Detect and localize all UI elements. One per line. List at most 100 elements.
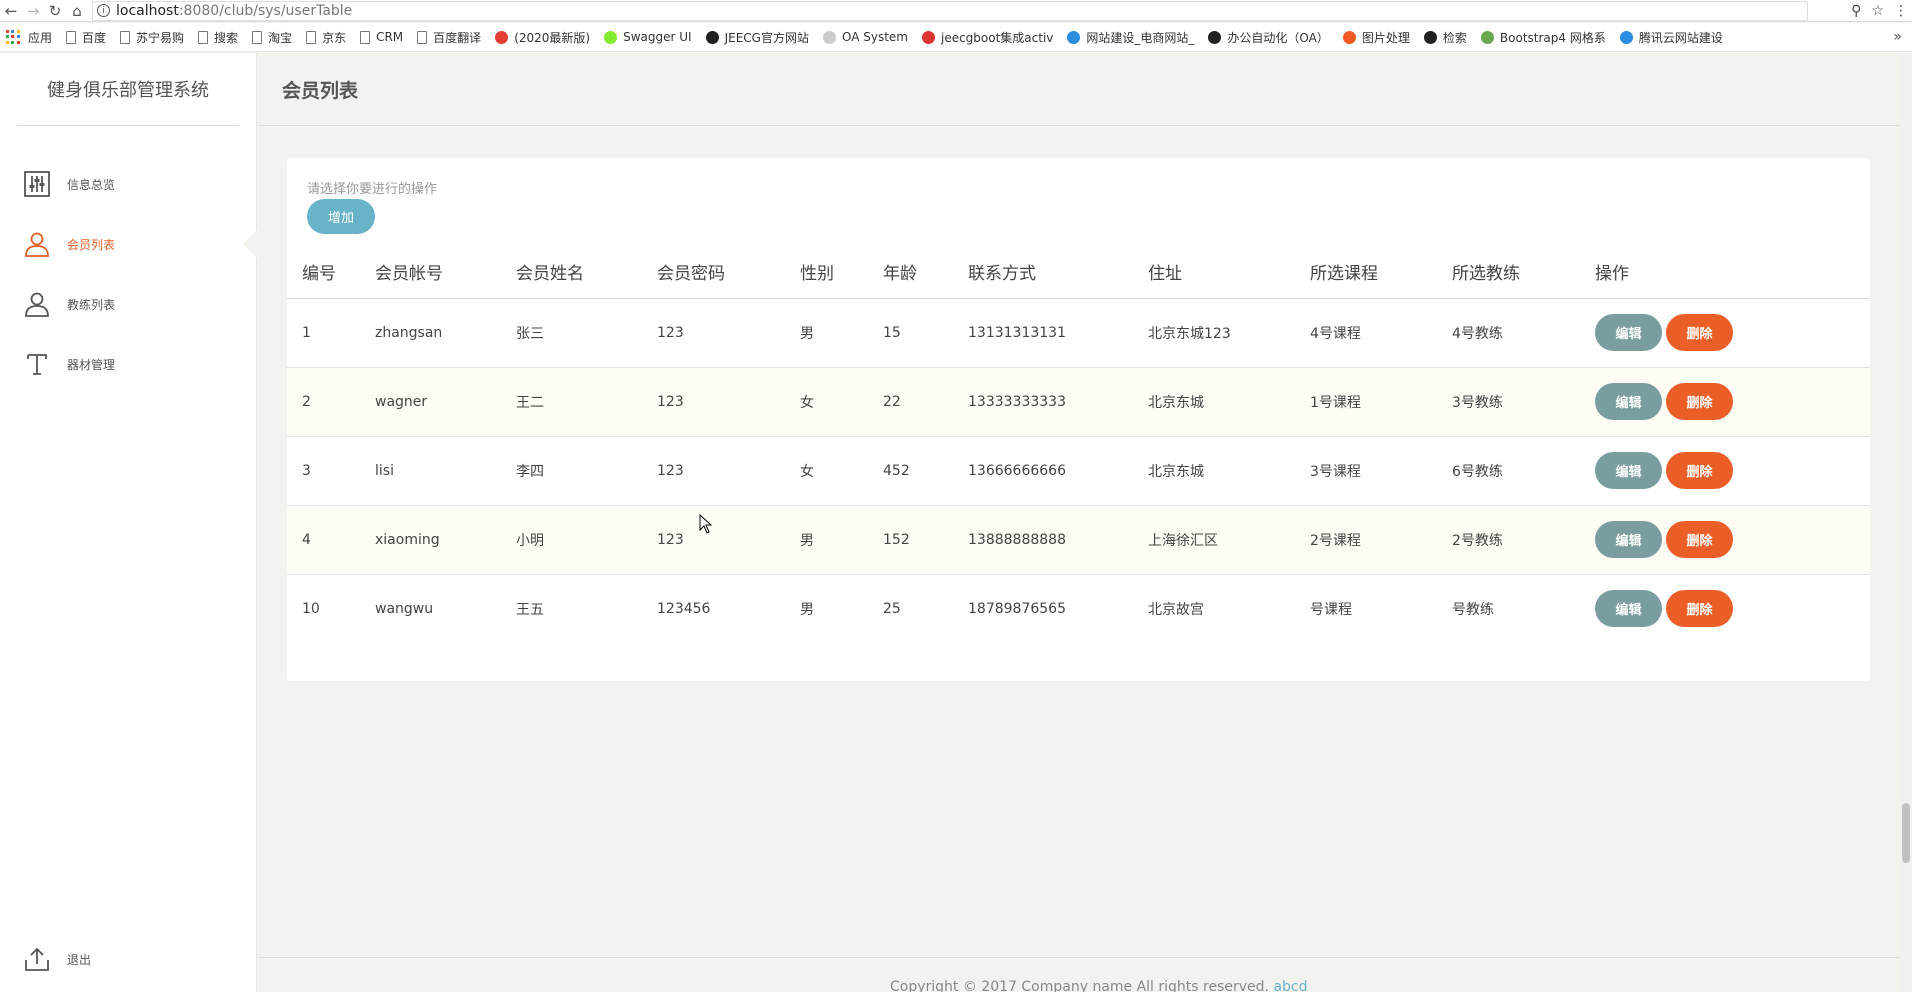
bookmark-item[interactable]: 搜索 — [198, 29, 238, 46]
edit-button[interactable]: 编辑 — [1595, 314, 1662, 351]
page-title: 会员列表 — [258, 53, 1900, 126]
bookmark-item[interactable]: 百度翻译 — [417, 29, 481, 46]
bookmark-item[interactable]: 网站建设_电商网站_ — [1067, 29, 1194, 46]
delete-button[interactable]: 删除 — [1666, 383, 1733, 420]
bookmark-label: 苏宁易购 — [136, 30, 185, 45]
page-icon — [417, 30, 428, 44]
table-cell: 152 — [883, 505, 968, 575]
bookmark-item[interactable]: (2020最新版) — [495, 29, 590, 46]
bookmark-item[interactable]: jeecgboot集成activ — [921, 29, 1054, 46]
actions-cell: 编辑 删除 — [1595, 367, 1870, 437]
page-icon — [66, 30, 77, 44]
bookmark-item[interactable]: 百度 — [66, 29, 106, 46]
add-button[interactable]: 增加 — [307, 199, 375, 234]
table-cell: 号教练 — [1452, 601, 1494, 618]
jeecg-icon — [705, 30, 719, 44]
table-cell: 10 — [302, 600, 320, 617]
bookmark-label: 京东 — [322, 30, 347, 45]
sidebar-item-overview[interactable]: 信息总览 — [0, 154, 256, 214]
edit-button[interactable]: 编辑 — [1595, 383, 1662, 420]
edit-button[interactable]: 编辑 — [1595, 521, 1662, 558]
footer-link[interactable]: abcd — [1273, 979, 1307, 992]
delete-button[interactable]: 删除 — [1666, 452, 1733, 489]
user-icon — [24, 231, 50, 257]
logout-link[interactable]: 退出 — [24, 946, 91, 972]
bootstrap-icon — [1480, 30, 1494, 44]
bookmark-label: 图片处理 — [1361, 30, 1410, 45]
bookmark-item[interactable]: 图片处理 — [1342, 29, 1410, 46]
table-cell: 4 — [287, 505, 375, 575]
mouse-cursor-icon — [699, 514, 713, 534]
bookmark-label: 搜索 — [214, 30, 239, 45]
bookmark-label: jeecgboot集成activ — [940, 30, 1054, 45]
brand-title: 健身俱乐部管理系统 — [17, 53, 239, 126]
delete-button[interactable]: 删除 — [1666, 590, 1733, 628]
edit-button[interactable]: 编辑 — [1595, 590, 1662, 628]
menu-icon[interactable]: ⋮ — [1894, 3, 1908, 19]
bookmark-label: 应用 — [28, 30, 53, 45]
delete-button[interactable]: 删除 — [1666, 521, 1733, 558]
bookmark-item[interactable]: JEECG官方网站 — [705, 29, 809, 46]
scrollbar-thumb[interactable] — [1902, 803, 1910, 863]
address-bar[interactable]: i localhost:8080/club/sys/userTable — [92, 0, 1808, 21]
column-header: 联系方式 — [968, 246, 1148, 299]
column-header: 性别 — [800, 246, 883, 299]
column-header: 会员帐号 — [375, 246, 516, 299]
column-header: 操作 — [1595, 246, 1870, 299]
search-site-icon — [1423, 30, 1437, 44]
edit-button[interactable]: 编辑 — [1595, 452, 1662, 489]
bookmark-item[interactable]: 淘宝 — [252, 29, 292, 46]
info-icon[interactable]: i — [97, 4, 110, 17]
forward-icon[interactable]: → — [22, 1, 44, 21]
reload-icon[interactable]: ↻ — [44, 1, 66, 21]
bookmark-item[interactable]: CRM — [360, 30, 403, 44]
table-row: 10 wangwu 王五 123456 男 25 18789876565 北京故宫 号课程 号教练… — [287, 574, 1870, 643]
bookmark-item[interactable]: 检索 — [1423, 29, 1467, 46]
sliders-icon — [24, 171, 50, 197]
star-icon[interactable]: ☆ — [1871, 3, 1884, 19]
table-row: 1 zhangsan 张三 123 男 15 13131313131 北京东城123 4号课程 4… — [287, 298, 1870, 368]
bookmark-item[interactable]: OA System — [822, 30, 908, 44]
bookmark-label: 办公自动化（OA） — [1227, 30, 1329, 45]
sidebar-item-coaches[interactable]: 教练列表 — [0, 274, 256, 334]
bookmark-item[interactable]: 应用 — [6, 29, 52, 46]
table-cell: wagner — [375, 367, 516, 437]
bookmark-label: 淘宝 — [268, 30, 293, 45]
back-icon[interactable]: ← — [0, 1, 22, 21]
actions-cell: 编辑 删除 — [1595, 574, 1870, 643]
bookmarks-overflow-icon[interactable]: » — [1893, 29, 1902, 45]
column-header: 所选教练 — [1452, 246, 1595, 299]
bookmark-item[interactable]: 京东 — [306, 29, 346, 46]
bookmark-item[interactable]: 苏宁易购 — [120, 29, 184, 46]
table-cell: 13333333333 — [968, 367, 1148, 437]
table-header-row: 编号 会员帐号 会员姓名 会员密码 性别 年龄 联系方式 住址 所选课程 所选教练 操作 — [287, 246, 1870, 299]
browser-toolbar: ← → ↻ ⌂ i localhost:8080/club/sys/userTa… — [0, 0, 1912, 22]
footer: Copyright © 2017 Company name All rights… — [890, 979, 1308, 992]
actions-cell: 编辑 删除 — [1595, 298, 1870, 368]
key-icon[interactable]: ⚲ — [1851, 3, 1861, 19]
bookmark-item[interactable]: Bootstrap4 网格系 — [1480, 29, 1606, 46]
bookmark-item[interactable]: 腾讯云网站建设 — [1619, 29, 1723, 46]
delete-button[interactable]: 删除 — [1666, 314, 1733, 351]
bookmark-label: Bootstrap4 网格系 — [1499, 30, 1606, 45]
bookmark-label: JEECG官方网站 — [724, 30, 809, 45]
table-cell: 22 — [883, 367, 968, 437]
bookmark-item[interactable]: Swagger UI — [604, 30, 692, 44]
sidebar-item-equipment[interactable]: 器材管理 — [0, 334, 256, 394]
bookmark-item[interactable]: 办公自动化（OA） — [1208, 29, 1329, 46]
page-scrollbar[interactable] — [1900, 53, 1912, 992]
image-icon — [1342, 30, 1356, 44]
page-icon — [198, 30, 209, 44]
table-cell: 4号课程 — [1310, 298, 1452, 368]
user-icon — [24, 291, 50, 317]
table-cell: lisi — [375, 436, 516, 506]
table-cell: 13131313131 — [968, 298, 1148, 368]
bookmark-label: 腾讯云网站建设 — [1638, 30, 1723, 45]
sidebar: 健身俱乐部管理系统 信息总览 会员列表 教练列表 器材管理 退出 — [0, 53, 257, 992]
table-cell: 北京故宫 — [1148, 601, 1204, 618]
home-icon[interactable]: ⌂ — [66, 1, 88, 21]
sidebar-item-members[interactable]: 会员列表 — [0, 214, 257, 274]
bookmark-label: 百度翻译 — [433, 30, 482, 45]
main-content: 会员列表 请选择你要进行的操作 增加 编号 会员帐号 会员姓名 会员密码 性别 年龄 联系方… — [258, 53, 1900, 992]
table-cell: 张三 — [516, 298, 657, 368]
